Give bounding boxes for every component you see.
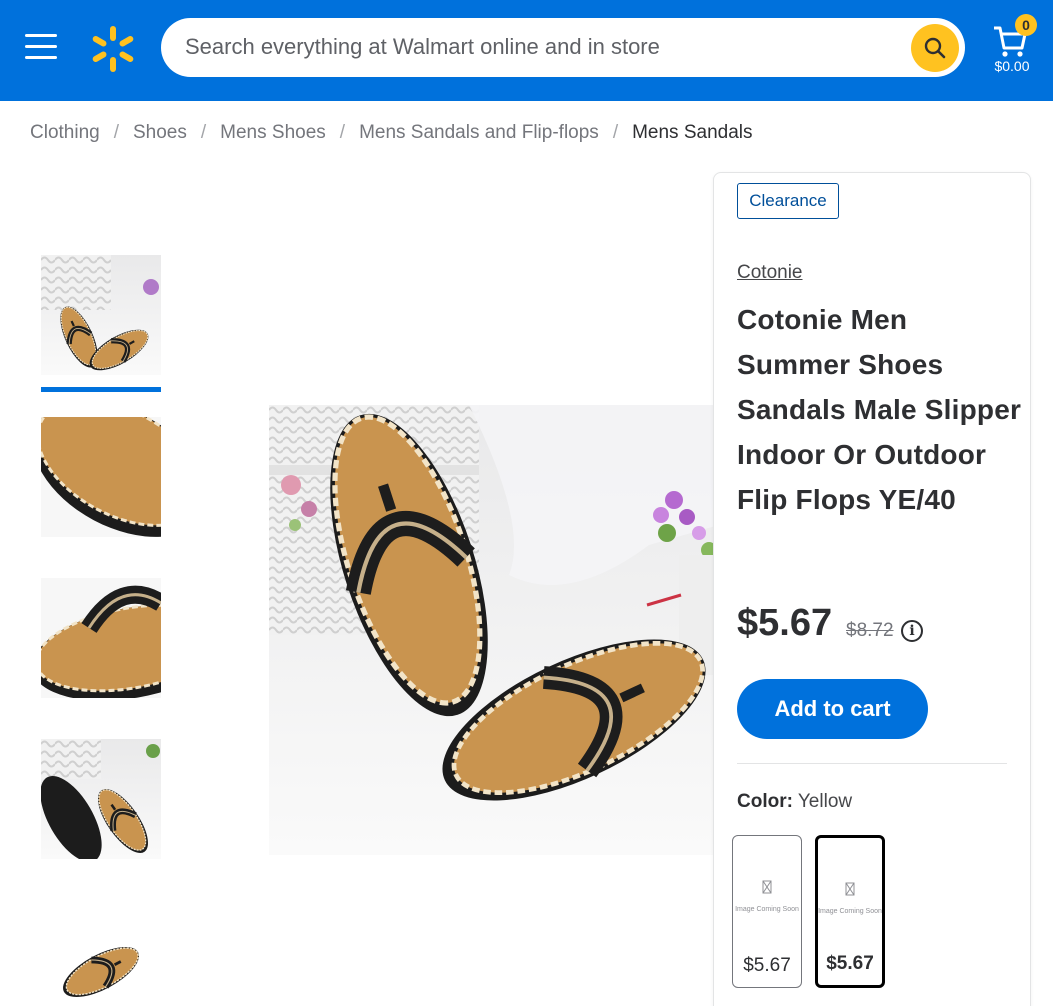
add-to-cart-button[interactable]: Add to cart (737, 679, 928, 739)
color-value: Yellow (797, 791, 853, 812)
breadcrumb-shoes[interactable]: Shoes (133, 122, 187, 144)
image-placeholder-icon (818, 882, 882, 901)
thumbnail-3[interactable] (41, 578, 161, 698)
breadcrumb: Clothing / Shoes / Mens Shoes / Mens San… (30, 118, 753, 148)
breadcrumb-separator: / (200, 122, 207, 143)
main-product-image[interactable] (269, 405, 719, 855)
search-input[interactable] (185, 30, 905, 64)
cart-button[interactable]: 0 $0.00 (986, 14, 1038, 78)
image-coming-soon-text: Image Coming Soon (818, 908, 882, 915)
breadcrumb-mens-sandals: Mens Sandals (632, 122, 753, 143)
divider (737, 763, 1007, 764)
breadcrumb-mens-sandals-flip-flops[interactable]: Mens Sandals and Flip-flops (359, 122, 599, 144)
clearance-badge: Clearance (737, 183, 839, 219)
product-title-line: Cotonie Men (737, 304, 908, 335)
breadcrumb-clothing[interactable]: Clothing (30, 122, 100, 144)
swatch-price: $5.67 (826, 953, 874, 974)
color-swatch-selected[interactable]: Image Coming Soon $5.67 (815, 835, 885, 988)
product-title-line: Indoor Or Outdoor (737, 439, 987, 470)
info-icon[interactable]: i (901, 620, 923, 642)
search-icon (924, 37, 946, 59)
image-coming-soon-text: Image Coming Soon (735, 906, 799, 913)
product-title-line: Sandals Male Slipper (737, 394, 1022, 425)
breadcrumb-separator: / (339, 122, 346, 143)
thumbnail-4[interactable] (41, 739, 161, 859)
brand-link[interactable]: Cotonie (737, 262, 803, 284)
product-title-line: Flip Flops YE/40 (737, 484, 956, 515)
color-label: Color: (737, 791, 793, 812)
breadcrumb-separator: / (612, 122, 619, 143)
was-price: $8.72 (846, 620, 894, 641)
product-title: Cotonie Men Summer Shoes Sandals Male Sl… (737, 297, 1027, 522)
product-title-line: Summer Shoes (737, 349, 944, 380)
color-selection-label: Color: Yellow (737, 791, 852, 813)
search-bar (161, 18, 965, 77)
image-placeholder-icon (733, 880, 801, 899)
current-price: $5.67 (737, 602, 833, 644)
cart-count-badge: 0 (1015, 14, 1037, 36)
thumbnail-5[interactable] (41, 900, 161, 1006)
selected-thumbnail-indicator (41, 387, 161, 392)
swatch-price: $5.67 (743, 955, 791, 976)
breadcrumb-mens-shoes[interactable]: Mens Shoes (220, 122, 326, 144)
thumbnail-2[interactable] (41, 417, 161, 537)
search-button[interactable] (911, 24, 959, 72)
site-header: 0 $0.00 (0, 0, 1053, 101)
walmart-spark-logo[interactable] (88, 24, 138, 74)
cart-total: $0.00 (994, 58, 1030, 74)
menu-icon[interactable] (20, 28, 62, 66)
breadcrumb-separator: / (113, 122, 119, 143)
color-swatch-option[interactable]: Image Coming Soon $5.67 (732, 835, 802, 988)
thumbnail-1[interactable] (41, 255, 161, 375)
